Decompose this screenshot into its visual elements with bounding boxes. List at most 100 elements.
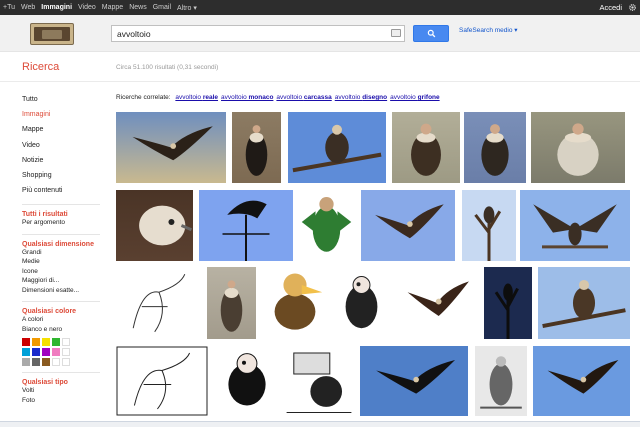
image-result-thumbnail[interactable] bbox=[232, 112, 281, 183]
filter-option[interactable]: Volti bbox=[22, 386, 107, 396]
image-result-thumbnail[interactable] bbox=[335, 267, 388, 339]
sidebar-nav-item[interactable]: Video bbox=[22, 138, 107, 153]
filter-option[interactable]: Per argomento bbox=[22, 218, 107, 228]
keyboard-icon[interactable] bbox=[391, 29, 401, 37]
top-right-controls: Accedi bbox=[599, 0, 637, 15]
search-input[interactable] bbox=[112, 26, 382, 41]
color-swatch[interactable] bbox=[22, 358, 30, 367]
related-prefix: avvoltoio bbox=[276, 94, 304, 101]
color-swatch[interactable] bbox=[32, 348, 40, 357]
sidebar-divider bbox=[22, 233, 100, 235]
related-keyword: disegno bbox=[362, 94, 388, 101]
image-result-thumbnail[interactable] bbox=[116, 346, 208, 416]
related-search-link[interactable]: avvoltoio grifone bbox=[390, 94, 440, 101]
color-swatch[interactable] bbox=[22, 338, 30, 347]
image-result-thumbnail[interactable] bbox=[533, 346, 630, 416]
page-title: Ricerca bbox=[22, 61, 60, 73]
search-button[interactable] bbox=[413, 25, 449, 42]
vulture-image bbox=[538, 267, 630, 339]
vulture-image bbox=[199, 190, 293, 261]
sidebar-nav-item[interactable]: Immagini bbox=[22, 107, 107, 122]
top-nav-link[interactable]: Altro ▾ bbox=[177, 4, 197, 12]
image-result-thumbnail[interactable] bbox=[395, 267, 479, 339]
top-nav-link[interactable]: Web bbox=[21, 4, 35, 11]
color-swatch[interactable] bbox=[52, 348, 60, 357]
top-nav-link[interactable]: Mappe bbox=[102, 4, 123, 11]
image-result-thumbnail[interactable] bbox=[283, 346, 355, 416]
image-result-thumbnail[interactable] bbox=[116, 267, 202, 339]
image-result-thumbnail[interactable] bbox=[360, 346, 468, 416]
color-swatch[interactable] bbox=[42, 348, 50, 357]
color-swatch[interactable] bbox=[52, 338, 60, 347]
image-result-thumbnail[interactable] bbox=[288, 112, 386, 183]
filter-option[interactable]: Bianco e nero bbox=[22, 325, 107, 335]
sidebar-nav-item[interactable]: Più contenuti bbox=[22, 183, 107, 198]
vulture-image bbox=[360, 346, 468, 416]
sidebar-divider bbox=[22, 301, 100, 303]
filter-option[interactable]: A colori bbox=[22, 315, 107, 325]
image-result-thumbnail[interactable] bbox=[484, 267, 532, 339]
filter-option[interactable]: Maggiori di... bbox=[22, 276, 107, 286]
google-doodle-logo[interactable] bbox=[30, 23, 74, 45]
top-nav-links: +Tu Web Immagini Video Mappe News Gmail Altro ▾ bbox=[3, 0, 203, 15]
filter-option[interactable]: Medie bbox=[22, 257, 107, 267]
vulture-image bbox=[116, 112, 226, 183]
top-nav-link[interactable]: News bbox=[129, 4, 147, 11]
filter-results-title[interactable]: Tutti i risultati bbox=[22, 211, 107, 218]
safesearch-dropdown[interactable]: SafeSearch medio ▾ bbox=[459, 26, 518, 34]
image-result-thumbnail[interactable] bbox=[207, 267, 256, 339]
color-swatch[interactable] bbox=[62, 358, 70, 367]
top-nav-link[interactable]: +Tu bbox=[3, 4, 15, 11]
related-search-link[interactable]: avvoltoio reale bbox=[175, 94, 218, 101]
vulture-image bbox=[207, 267, 256, 339]
gear-icon[interactable] bbox=[628, 3, 637, 12]
image-result-thumbnail[interactable] bbox=[531, 112, 625, 183]
filter-color-title[interactable]: Qualsiasi colore bbox=[22, 308, 107, 315]
sidebar-nav-item[interactable]: Notizie bbox=[22, 153, 107, 168]
related-prefix: avvoltoio bbox=[390, 94, 418, 101]
sign-in-link[interactable]: Accedi bbox=[599, 3, 622, 12]
color-swatch[interactable] bbox=[52, 358, 60, 367]
filter-size-title[interactable]: Qualsiasi dimensione bbox=[22, 241, 107, 248]
image-result-thumbnail[interactable] bbox=[475, 346, 527, 416]
top-nav-link[interactable]: Immagini bbox=[41, 4, 72, 11]
top-nav-link[interactable]: Video bbox=[78, 4, 96, 11]
color-swatch[interactable] bbox=[42, 338, 50, 347]
filter-size-options: Grandi Medie Icone Maggiori di... Dimensioni… bbox=[22, 248, 107, 296]
related-prefix: avvoltoio bbox=[334, 94, 363, 101]
image-result-thumbnail[interactable] bbox=[464, 112, 526, 183]
results-count: Circa 51.100 risultati (0,31 secondi) bbox=[116, 64, 219, 71]
filter-option[interactable]: Icone bbox=[22, 267, 107, 277]
related-search-link[interactable]: avvoltoio monaco bbox=[221, 94, 273, 101]
image-result-thumbnail[interactable] bbox=[299, 190, 354, 261]
image-result-thumbnail[interactable] bbox=[520, 190, 630, 261]
image-result-thumbnail[interactable] bbox=[538, 267, 630, 339]
image-result-thumbnail[interactable] bbox=[392, 112, 460, 183]
filter-option[interactable]: Dimensioni esatte... bbox=[22, 286, 107, 296]
color-swatch[interactable] bbox=[62, 348, 70, 357]
image-result-thumbnail[interactable] bbox=[462, 190, 516, 261]
image-result-thumbnail[interactable] bbox=[216, 346, 278, 416]
image-result-thumbnail[interactable] bbox=[116, 112, 226, 183]
sidebar-nav-item[interactable]: Shopping bbox=[22, 168, 107, 183]
top-nav-link[interactable]: Gmail bbox=[153, 4, 171, 11]
color-swatch[interactable] bbox=[32, 338, 40, 347]
color-swatch[interactable] bbox=[62, 338, 70, 347]
filter-option[interactable]: Foto bbox=[22, 396, 107, 406]
image-result-thumbnail[interactable] bbox=[199, 190, 293, 261]
filter-type-title[interactable]: Qualsiasi tipo bbox=[22, 379, 107, 386]
color-swatch[interactable] bbox=[22, 348, 30, 357]
color-swatch[interactable] bbox=[32, 358, 40, 367]
vulture-image bbox=[464, 112, 526, 183]
related-search-link[interactable]: avvoltoio carcassa bbox=[276, 94, 331, 101]
sidebar-nav-item[interactable]: Mappe bbox=[22, 122, 107, 137]
search-type-nav: Tutto Immagini Mappe Video Notizie Shopping Pi… bbox=[22, 92, 107, 198]
related-search-link[interactable]: avvoltoio disegno bbox=[335, 94, 387, 101]
image-result-thumbnail[interactable] bbox=[116, 190, 193, 261]
filter-color-options: A colori Bianco e nero bbox=[22, 315, 107, 334]
image-result-thumbnail[interactable] bbox=[261, 267, 329, 339]
sidebar-nav-item[interactable]: Tutto bbox=[22, 92, 107, 107]
color-swatch[interactable] bbox=[42, 358, 50, 367]
filter-option[interactable]: Grandi bbox=[22, 248, 107, 258]
image-result-thumbnail[interactable] bbox=[361, 190, 455, 261]
